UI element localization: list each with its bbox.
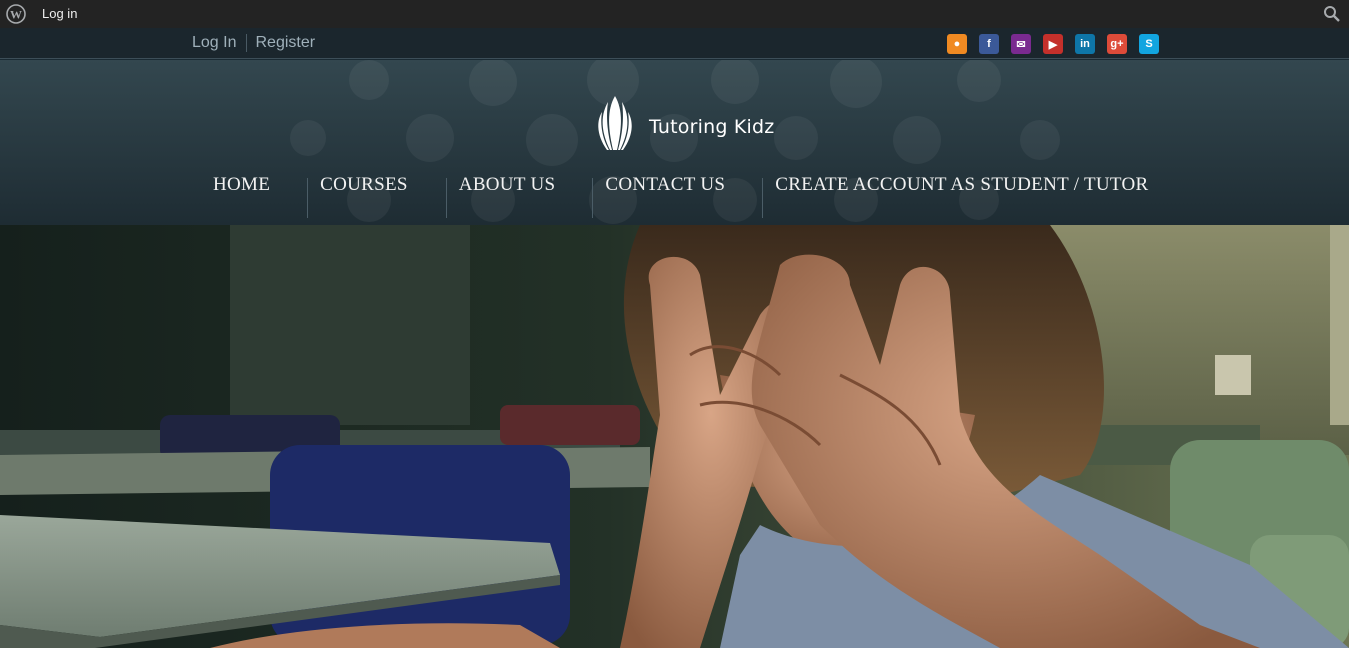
account-links: Log In Register — [192, 34, 315, 52]
email-icon[interactable]: ✉ — [1011, 34, 1031, 54]
divider — [246, 34, 248, 52]
site-header: Tutoring Kidz HOME COURSES ABOUT US CONT… — [0, 60, 1349, 225]
nav-item-courses[interactable]: COURSES — [307, 172, 446, 218]
register-link[interactable]: Register — [255, 34, 315, 52]
linkedin-icon[interactable]: in — [1075, 34, 1095, 54]
social-icons: ● f ✉ ▶ in g+ S — [947, 34, 1159, 54]
googleplus-icon[interactable]: g+ — [1107, 34, 1127, 54]
skype-icon[interactable]: S — [1139, 34, 1159, 54]
nav-item-create-account[interactable]: CREATE ACCOUNT AS STUDENT / TUTOR — [762, 172, 1161, 218]
wordpress-icon[interactable]: W — [6, 4, 26, 24]
login-link[interactable]: Log In — [192, 34, 236, 52]
site-brand-name[interactable]: Tutoring Kidz — [649, 116, 774, 138]
youtube-icon[interactable]: ▶ — [1043, 34, 1063, 54]
hero-image-stressed-student — [0, 225, 1349, 648]
nav-item-about-us[interactable]: ABOUT US — [445, 172, 593, 218]
tutoring-kidz-logo-icon[interactable] — [596, 96, 634, 150]
admin-login-link[interactable]: Log in — [42, 6, 77, 21]
nav-item-home[interactable]: HOME — [198, 172, 307, 216]
rss-icon[interactable]: ● — [947, 34, 967, 54]
main-navigation: HOME COURSES ABOUT US CONTACT US CREATE … — [198, 172, 1162, 218]
facebook-icon[interactable]: f — [979, 34, 999, 54]
admin-bar: W Log in — [0, 0, 1349, 28]
search-icon[interactable] — [1323, 5, 1341, 23]
svg-text:W: W — [10, 8, 22, 22]
nav-item-contact-us[interactable]: CONTACT US — [592, 172, 762, 218]
top-utility-bar: Log In Register ● f ✉ ▶ in g+ S — [0, 28, 1349, 59]
hero-banner — [0, 225, 1349, 648]
